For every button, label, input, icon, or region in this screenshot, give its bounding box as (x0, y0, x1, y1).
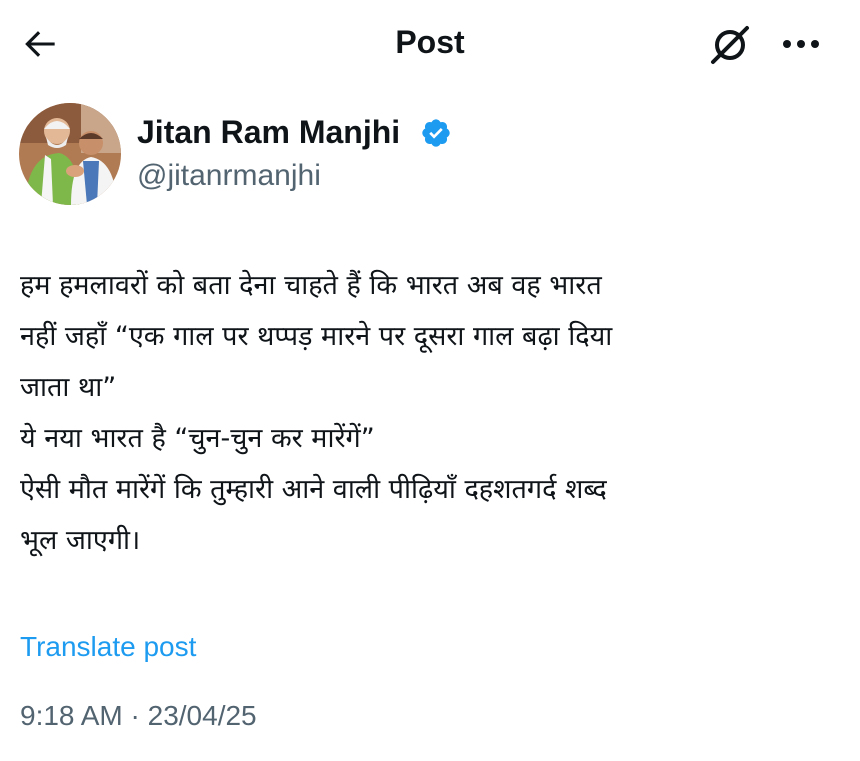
grok-button[interactable] (705, 20, 755, 70)
post-time[interactable]: 9:18 AM (20, 700, 123, 731)
avatar-photo (19, 103, 121, 205)
meta-separator: · (130, 700, 140, 731)
author-handle[interactable]: @jitanrmanjhi (137, 157, 321, 195)
top-bar: Post (0, 0, 860, 88)
grok-icon (711, 26, 749, 64)
avatar[interactable] (19, 103, 121, 205)
post-date[interactable]: 23/04/25 (148, 700, 257, 731)
post-text: हम हमलावरों को बता देना चाहते हैं कि भार… (20, 270, 613, 556)
verified-badge-icon (422, 119, 450, 147)
translate-post-link[interactable]: Translate post (20, 628, 196, 666)
more-horizontal-icon (783, 40, 819, 48)
post-timestamp: 9:18 AM · 23/04/25 (20, 697, 257, 735)
more-options-button[interactable] (775, 22, 827, 66)
author-display-name[interactable]: Jitan Ram Manjhi (137, 112, 400, 152)
